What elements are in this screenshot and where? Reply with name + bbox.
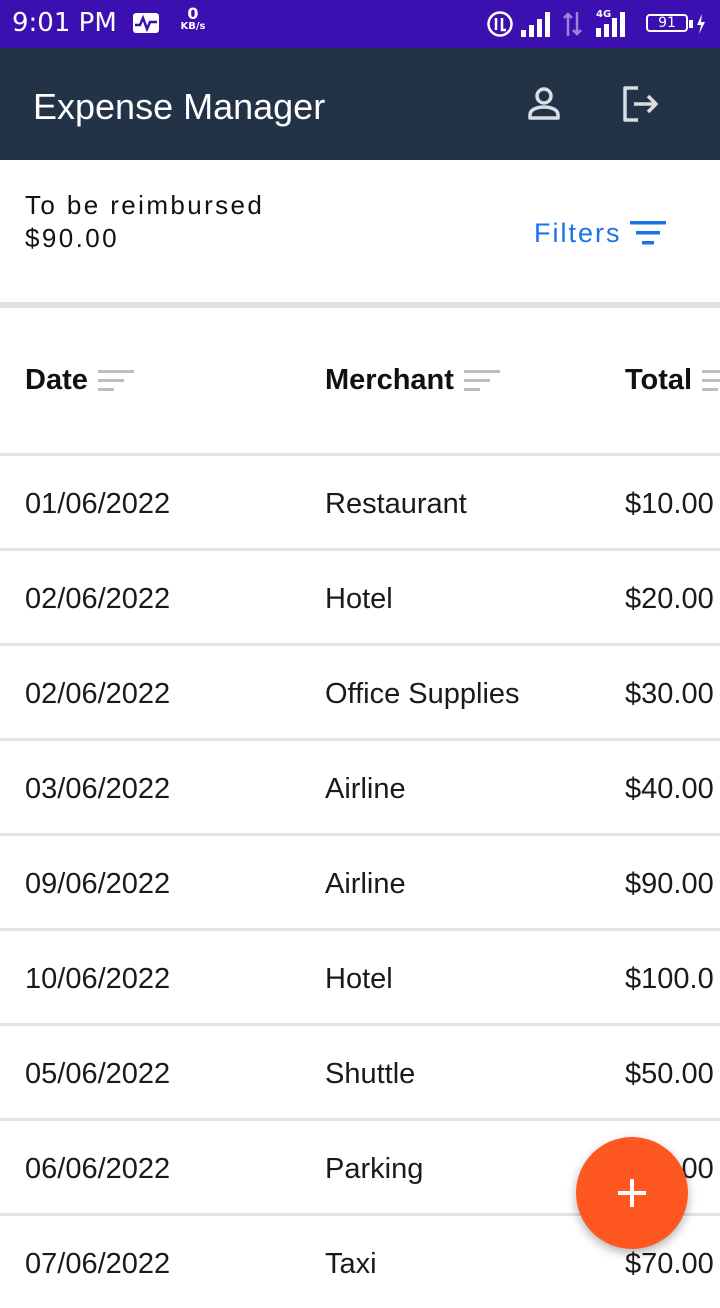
reimbursed-amount: $90.00	[25, 223, 119, 253]
table-header: Date Merchant Total	[0, 308, 720, 454]
cell-date: 09/06/2022	[25, 868, 171, 900]
cell-date: 05/06/2022	[25, 1058, 171, 1090]
cell-date: 03/06/2022	[25, 773, 171, 805]
cell-total: $70.00	[625, 1248, 714, 1280]
network-type-label: 4G	[596, 9, 611, 20]
status-time: 9:01 PM	[12, 8, 117, 38]
cell-merchant: Restaurant	[325, 488, 467, 520]
roaming-icon	[487, 11, 513, 37]
table-row[interactable]: 02/06/2022 Office Supplies $30.00	[0, 643, 720, 738]
cell-merchant: Parking	[325, 1153, 424, 1185]
logout-icon	[623, 86, 658, 122]
cell-total: $10.00	[625, 488, 714, 520]
column-header-merchant[interactable]: Merchant	[325, 364, 502, 397]
cell-total: $100.0	[625, 963, 714, 995]
table-row[interactable]: 01/06/2022 Restaurant $10.00	[0, 453, 720, 548]
cell-merchant: Airline	[325, 773, 406, 805]
reimbursed-label: To be reimbursed	[25, 190, 265, 220]
network-speed-value: 0	[187, 4, 199, 23]
activity-pulse-icon	[133, 13, 159, 33]
cell-merchant: Airline	[325, 868, 406, 900]
profile-button[interactable]	[520, 80, 568, 128]
sort-icon	[702, 369, 720, 391]
cell-total: $40.00	[625, 773, 714, 805]
battery-charging-icon: 91	[646, 12, 708, 36]
table-row[interactable]: 10/06/2022 Hotel $100.0	[0, 928, 720, 1023]
cell-total: $50.00	[625, 1058, 714, 1090]
table-row[interactable]: 05/06/2022 Shuttle $50.00	[0, 1023, 720, 1118]
table-row[interactable]: 02/06/2022 Hotel $20.00	[0, 548, 720, 643]
cell-date: 01/06/2022	[25, 488, 171, 520]
cell-date: 10/06/2022	[25, 963, 171, 995]
column-header-label: Total	[625, 364, 693, 396]
filter-icon	[629, 221, 666, 245]
status-bar: 9:01 PM 0 KB/s 4G 91	[0, 0, 720, 48]
signal-4g-icon: 4G	[596, 9, 625, 37]
signal-strength-icon	[521, 12, 550, 37]
table-row[interactable]: 03/06/2022 Airline $40.00	[0, 738, 720, 833]
network-speed-unit: KB/s	[180, 21, 206, 32]
cell-total: $30.00	[625, 678, 714, 710]
cell-total: $20.00	[625, 583, 714, 615]
data-transfer-icon	[563, 12, 582, 36]
plus-icon	[618, 1179, 646, 1207]
column-header-total[interactable]: Total	[625, 364, 720, 397]
cell-merchant: Hotel	[325, 963, 393, 995]
reimbursement-summary: To be reimbursed $90.00 Filters	[0, 160, 720, 305]
cell-merchant: Office Supplies	[325, 678, 520, 710]
logout-button[interactable]	[616, 80, 664, 128]
filters-label: Filters	[534, 217, 622, 248]
add-expense-button[interactable]	[576, 1137, 688, 1249]
column-header-label: Date	[25, 364, 88, 396]
cell-date: 06/06/2022	[25, 1153, 171, 1185]
cell-date: 02/06/2022	[25, 583, 171, 615]
filters-button[interactable]: Filters	[534, 216, 666, 250]
cell-merchant: Taxi	[325, 1248, 377, 1280]
app-bar: Expense Manager	[0, 48, 720, 160]
profile-icon	[528, 87, 560, 120]
battery-level: 91	[646, 14, 688, 32]
cell-merchant: Hotel	[325, 583, 393, 615]
column-header-date[interactable]: Date	[25, 364, 136, 397]
app-title: Expense Manager	[33, 86, 326, 127]
cell-date: 07/06/2022	[25, 1248, 171, 1280]
sort-icon	[97, 369, 134, 391]
cell-date: 02/06/2022	[25, 678, 171, 710]
sort-icon	[463, 369, 500, 391]
column-header-label: Merchant	[325, 364, 454, 396]
cell-total: $90.00	[625, 868, 714, 900]
cell-merchant: Shuttle	[325, 1058, 416, 1090]
charging-bolt-icon	[697, 14, 705, 34]
table-row[interactable]: 09/06/2022 Airline $90.00	[0, 833, 720, 928]
network-speed: 0 KB/s	[176, 6, 210, 32]
